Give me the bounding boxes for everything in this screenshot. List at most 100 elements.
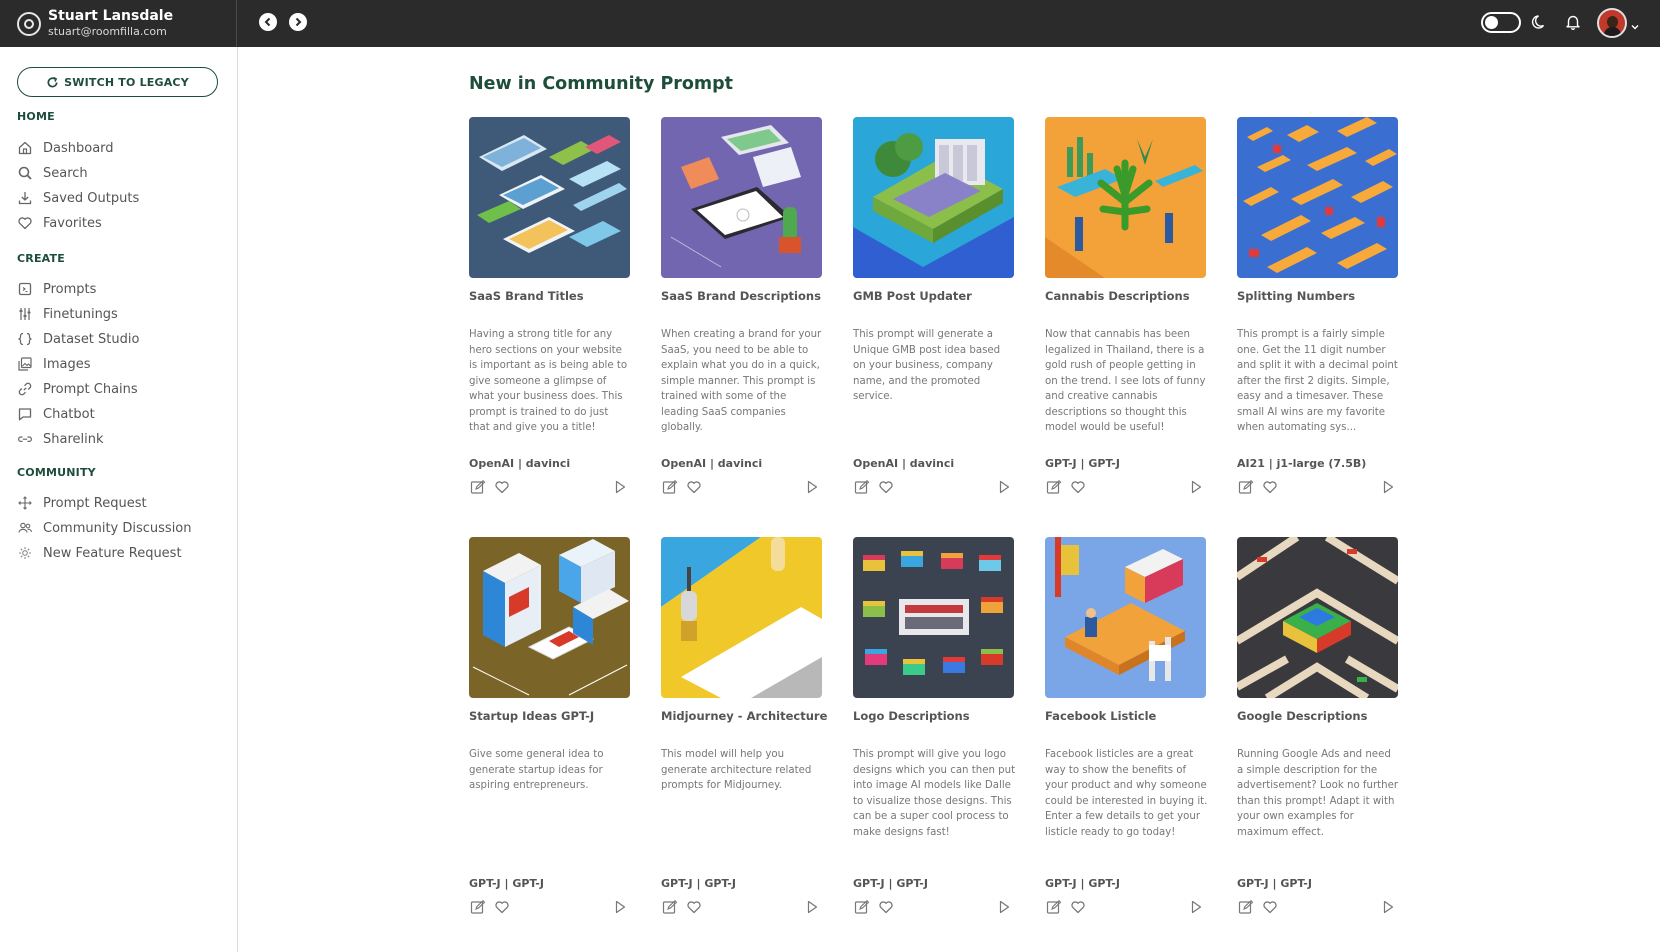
sidebar: SWITCH TO LEGACY HOME Dashboard Search S… [0,47,238,952]
play-icon[interactable] [804,479,820,495]
card-model: GPT-J | GPT-J [853,877,928,890]
edit-icon[interactable] [470,479,486,495]
users-icon [18,522,32,533]
bell-icon[interactable] [1564,13,1582,31]
edit-icon[interactable] [662,899,678,915]
heart-icon[interactable] [1262,899,1278,915]
card-title[interactable]: SaaS Brand Titles [469,289,639,303]
section-title-home: HOME [17,110,55,123]
heart-icon[interactable] [1262,479,1278,495]
switch-to-legacy-button[interactable]: SWITCH TO LEGACY [17,67,218,97]
card-description: This prompt will give you logo designs w… [853,749,1016,838]
heart-icon [18,217,32,230]
user-email: stuart@roomfilla.com [48,24,167,38]
saas-descriptions-illustration[interactable] [661,117,822,278]
forward-arrow-icon[interactable] [289,13,307,31]
play-icon[interactable] [1188,899,1204,915]
theme-toggle[interactable] [1481,12,1521,33]
card-model: GPT-J | GPT-J [1237,877,1312,890]
sidebar-item-favorites[interactable]: Favorites [17,212,222,234]
sidebar-item-chatbot[interactable]: Chatbot [17,403,222,425]
heart-icon[interactable] [1070,899,1086,915]
play-icon[interactable] [1380,479,1396,495]
play-icon[interactable] [804,899,820,915]
card-title[interactable]: GMB Post Updater [853,289,1023,303]
sidebar-item-community-discussion[interactable]: Community Discussion [17,517,222,539]
play-icon[interactable] [996,479,1012,495]
heart-icon[interactable] [686,899,702,915]
sidebar-item-images[interactable]: Images [17,353,222,375]
play-icon[interactable] [612,899,628,915]
splitting-numbers-illustration[interactable] [1237,117,1398,278]
link-icon [18,382,32,396]
card-title[interactable]: Facebook Listicle [1045,709,1215,723]
edit-icon[interactable] [470,899,486,915]
play-icon[interactable] [1380,899,1396,915]
sidebar-item-prompt-request[interactable]: Prompt Request [17,492,222,514]
card-description: This prompt is a fairly simple one. Get … [1237,329,1398,433]
sidebar-item-prompts[interactable]: Prompts [17,278,222,300]
play-icon[interactable] [612,479,628,495]
user-avatar[interactable] [1597,8,1627,38]
edit-icon[interactable] [1046,479,1062,495]
architecture-illustration[interactable] [661,537,822,698]
card-model: GPT-J | GPT-J [1045,457,1120,470]
edit-icon[interactable] [662,479,678,495]
heart-icon[interactable] [878,479,894,495]
startup-ideas-illustration[interactable] [469,537,630,698]
play-icon[interactable] [996,899,1012,915]
sidebar-item-new-feature-request[interactable]: New Feature Request [17,542,222,564]
sidebar-item-finetunings[interactable]: Finetunings [17,303,222,325]
facebook-listicle-illustration[interactable] [1045,537,1206,698]
card-title[interactable]: Google Descriptions [1237,709,1407,723]
user-profile-block[interactable]: Stuart Lansdale stuart@roomfilla.com [0,0,237,47]
sidebar-item-label: Saved Outputs [43,190,140,206]
card-title[interactable]: Splitting Numbers [1237,289,1407,303]
heart-icon[interactable] [494,479,510,495]
app-logo-icon [17,11,41,36]
moon-icon[interactable] [1531,13,1549,31]
sidebar-item-label: Dataset Studio [43,331,140,347]
sidebar-item-search[interactable]: Search [17,162,222,184]
sidebar-item-label: Sharelink [43,431,104,447]
section-title-community: COMMUNITY [17,466,96,479]
heart-icon[interactable] [878,899,894,915]
card-title[interactable]: SaaS Brand Descriptions [661,289,831,303]
chevron-down-icon[interactable] [1630,17,1640,30]
edit-icon[interactable] [854,479,870,495]
heart-icon[interactable] [1070,479,1086,495]
sidebar-item-prompt-chains[interactable]: Prompt Chains [17,378,222,400]
edit-icon[interactable] [1046,899,1062,915]
cannabis-illustration[interactable] [1045,117,1206,278]
logo-descriptions-illustration[interactable] [853,537,1014,698]
card-title[interactable]: Startup Ideas GPT-J [469,709,639,723]
card-title[interactable]: Midjourney - Architecture [661,709,831,723]
play-icon[interactable] [1188,479,1204,495]
google-descriptions-illustration[interactable] [1237,537,1398,698]
sparkle-icon [19,547,31,559]
card-actions [1045,479,1205,497]
sidebar-item-label: Finetunings [43,306,118,322]
saas-titles-illustration[interactable] [469,117,630,278]
card-model: GPT-J | GPT-J [1045,877,1120,890]
sidebar-item-sharelink[interactable]: Sharelink [17,428,222,450]
card-actions [661,479,821,497]
card-model: AI21 | j1-large (7.5B) [1237,457,1367,470]
sidebar-item-dataset-studio[interactable]: Dataset Studio [17,328,222,350]
sidebar-item-label: Chatbot [43,406,95,422]
edit-icon[interactable] [1238,479,1254,495]
card-actions [1237,479,1397,497]
edit-icon[interactable] [1238,899,1254,915]
braces-icon [18,332,32,346]
sidebar-item-saved-outputs[interactable]: Saved Outputs [17,187,222,209]
gmb-post-illustration[interactable] [853,117,1014,278]
card-model: GPT-J | GPT-J [661,877,736,890]
back-arrow-icon[interactable] [259,13,277,31]
heart-icon[interactable] [494,899,510,915]
home-icon [18,141,32,155]
heart-icon[interactable] [686,479,702,495]
card-title[interactable]: Logo Descriptions [853,709,1023,723]
card-title[interactable]: Cannabis Descriptions [1045,289,1215,303]
edit-icon[interactable] [854,899,870,915]
sidebar-item-dashboard[interactable]: Dashboard [17,137,222,159]
